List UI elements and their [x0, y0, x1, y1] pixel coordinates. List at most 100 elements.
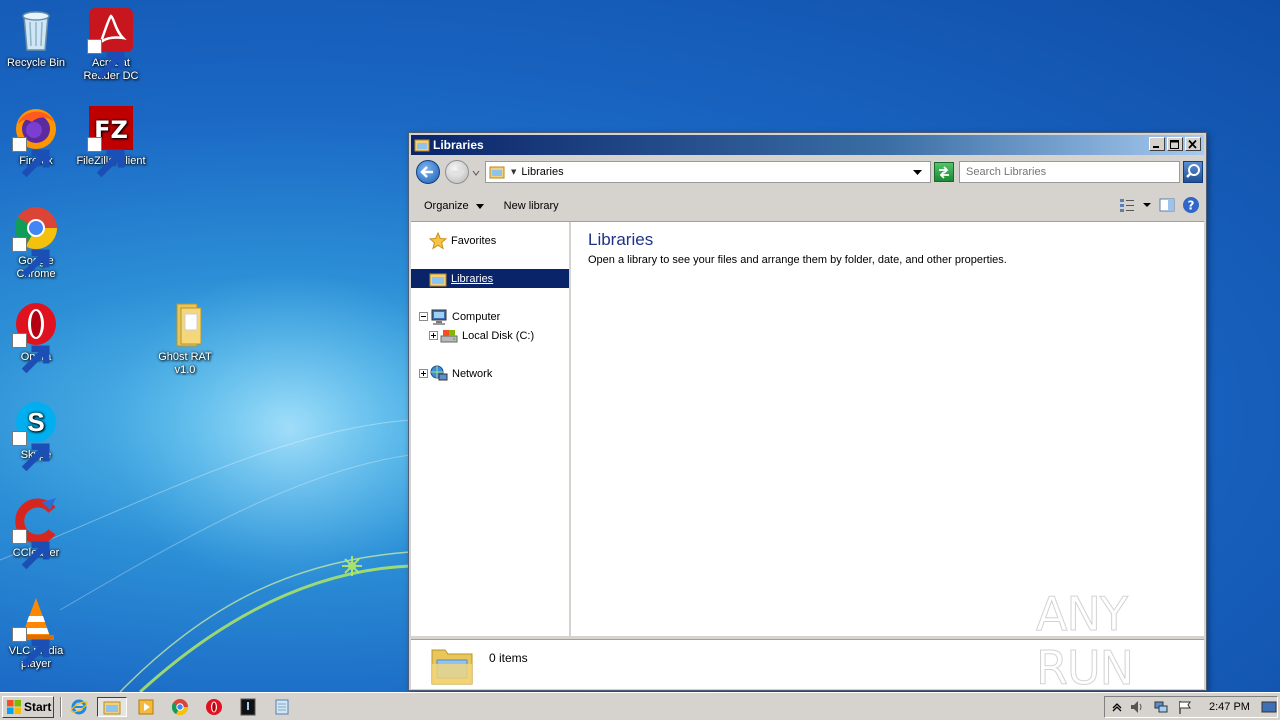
- expand-icon[interactable]: [419, 369, 428, 378]
- folder-icon: [103, 701, 121, 715]
- shortcut-arrow-icon: [12, 137, 50, 178]
- network-status-button[interactable]: [1153, 699, 1169, 715]
- chrome-icon: [171, 699, 189, 716]
- nav-item-favorites[interactable]: Favorites: [411, 231, 569, 250]
- close-icon: [1188, 139, 1197, 149]
- change-view-button[interactable]: [1118, 196, 1136, 214]
- desktop-icon-acrobat-reader[interactable]: Acrobat Reader DC: [75, 6, 147, 83]
- window-titlebar[interactable]: Libraries: [411, 135, 1204, 155]
- help-icon: ?: [1183, 197, 1199, 213]
- organize-label: Organize: [424, 200, 469, 212]
- taskbar-command-prompt[interactable]: [237, 697, 259, 717]
- view-options-button[interactable]: [1142, 196, 1152, 214]
- navigation-pane: Favorites Libraries Computer Local Disk …: [411, 222, 571, 636]
- desktop-icon-opera[interactable]: Opera: [0, 300, 72, 374]
- forward-button[interactable]: [445, 160, 469, 184]
- chevron-down-icon[interactable]: [913, 169, 922, 176]
- search-button[interactable]: [1183, 161, 1203, 183]
- help-button[interactable]: ?: [1182, 196, 1200, 214]
- page-title: Libraries: [588, 230, 654, 249]
- shortcut-arrow-icon: [12, 529, 50, 570]
- maximize-button[interactable]: [1167, 137, 1183, 151]
- expand-icon[interactable]: [429, 331, 438, 340]
- start-button[interactable]: Start: [2, 696, 54, 718]
- desktop-icon-firefox[interactable]: Firefox: [0, 104, 72, 178]
- windows-flag-icon: [7, 700, 21, 714]
- collapse-icon[interactable]: [419, 312, 428, 321]
- media-player-icon: [138, 699, 154, 715]
- nav-item-local-disk[interactable]: Local Disk (C:): [411, 326, 569, 345]
- recent-pages-icon[interactable]: [472, 169, 480, 177]
- watermark-text: ANY RUN: [1036, 587, 1135, 696]
- address-row: ▼ Libraries: [411, 157, 1204, 187]
- breadcrumb-separator-icon[interactable]: ▼: [511, 168, 516, 176]
- taskbar-opera[interactable]: [203, 697, 225, 717]
- show-desktop-button[interactable]: [1261, 699, 1277, 715]
- computer-icon: [431, 309, 447, 325]
- hard-drive-icon: [440, 329, 458, 342]
- internet-explorer-icon: [70, 699, 88, 715]
- libraries-icon: [431, 649, 473, 685]
- nav-item-libraries[interactable]: Libraries: [411, 269, 569, 288]
- address-bar[interactable]: ▼ Libraries: [485, 161, 931, 183]
- star-icon: [429, 231, 447, 250]
- taskbar-separator: [60, 697, 62, 717]
- opera-icon: [206, 699, 222, 715]
- desktop-icon-gh0st-rat[interactable]: Gh0st RAT v1.0: [149, 300, 221, 377]
- new-library-button[interactable]: New library: [504, 200, 559, 212]
- taskbar-internet-explorer[interactable]: [68, 697, 90, 717]
- shortcut-arrow-icon: [12, 333, 50, 374]
- anyrun-watermark: ANY RUN: [1036, 587, 1236, 696]
- content-area: Favorites Libraries Computer Local Disk …: [411, 221, 1204, 636]
- page-description: Open a library to see your files and arr…: [588, 254, 1007, 266]
- shortcut-arrow-icon: [12, 431, 50, 472]
- action-center-button[interactable]: [1177, 699, 1193, 715]
- libraries-icon: [414, 139, 430, 152]
- desktop-icon-recycle-bin[interactable]: Recycle Bin: [0, 6, 72, 70]
- minimize-icon: [1153, 145, 1159, 148]
- library-content-pane[interactable]: Libraries Open a library to see your fil…: [571, 222, 1204, 636]
- flag-icon: [1179, 701, 1191, 714]
- chevron-down-icon: [475, 203, 484, 209]
- organize-button[interactable]: Organize: [424, 200, 484, 212]
- taskbar-media-player[interactable]: [135, 697, 157, 717]
- view-list-icon: [1120, 199, 1134, 212]
- preview-pane-icon: [1159, 198, 1175, 212]
- search-input[interactable]: [959, 161, 1180, 183]
- taskbar-notepad[interactable]: [271, 697, 293, 717]
- back-button[interactable]: [416, 160, 440, 184]
- command-bar: Organize New library ?: [411, 191, 1204, 221]
- system-tray: 2:47 PM: [1104, 696, 1278, 718]
- notepad-icon: [275, 699, 289, 715]
- item-count: 0 items: [489, 651, 528, 665]
- speaker-icon: [1131, 701, 1142, 713]
- show-hidden-icons-button[interactable]: [1109, 699, 1125, 715]
- back-arrow-icon: [420, 166, 433, 178]
- nav-item-label: Network: [452, 367, 493, 380]
- shortcut-arrow-icon: [12, 627, 50, 668]
- desktop-icon-skype[interactable]: S Skype: [0, 398, 72, 472]
- refresh-button[interactable]: [934, 162, 954, 182]
- desktop-icon-ccleaner[interactable]: CCleaner: [0, 496, 72, 570]
- taskbar-chrome[interactable]: [169, 697, 191, 717]
- volume-button[interactable]: [1129, 699, 1145, 715]
- folder-icon: [176, 303, 202, 347]
- network-icon: [430, 365, 448, 380]
- taskbar-explorer[interactable]: [97, 697, 127, 717]
- nav-item-network[interactable]: Network: [411, 364, 569, 383]
- close-button[interactable]: [1185, 137, 1201, 151]
- taskbar: Start 2:47 PM: [0, 692, 1280, 720]
- desktop-icon-filezilla[interactable]: FZ FileZilla Client: [75, 104, 147, 178]
- desktop-icon-vlc[interactable]: VLC media player: [0, 594, 72, 671]
- show-desktop-icon: [1261, 701, 1277, 713]
- search-icon: [1186, 164, 1200, 178]
- maximize-icon: [1170, 139, 1179, 149]
- clock[interactable]: 2:47 PM: [1209, 701, 1250, 713]
- nav-item-computer[interactable]: Computer: [411, 307, 569, 326]
- minimize-button[interactable]: [1149, 137, 1165, 151]
- chevron-up-icon: [1112, 703, 1122, 712]
- breadcrumb[interactable]: Libraries: [521, 166, 563, 178]
- nav-item-label: Local Disk (C:): [462, 329, 535, 342]
- preview-pane-button[interactable]: [1158, 196, 1176, 214]
- desktop-icon-google-chrome[interactable]: Google Chrome: [0, 204, 72, 281]
